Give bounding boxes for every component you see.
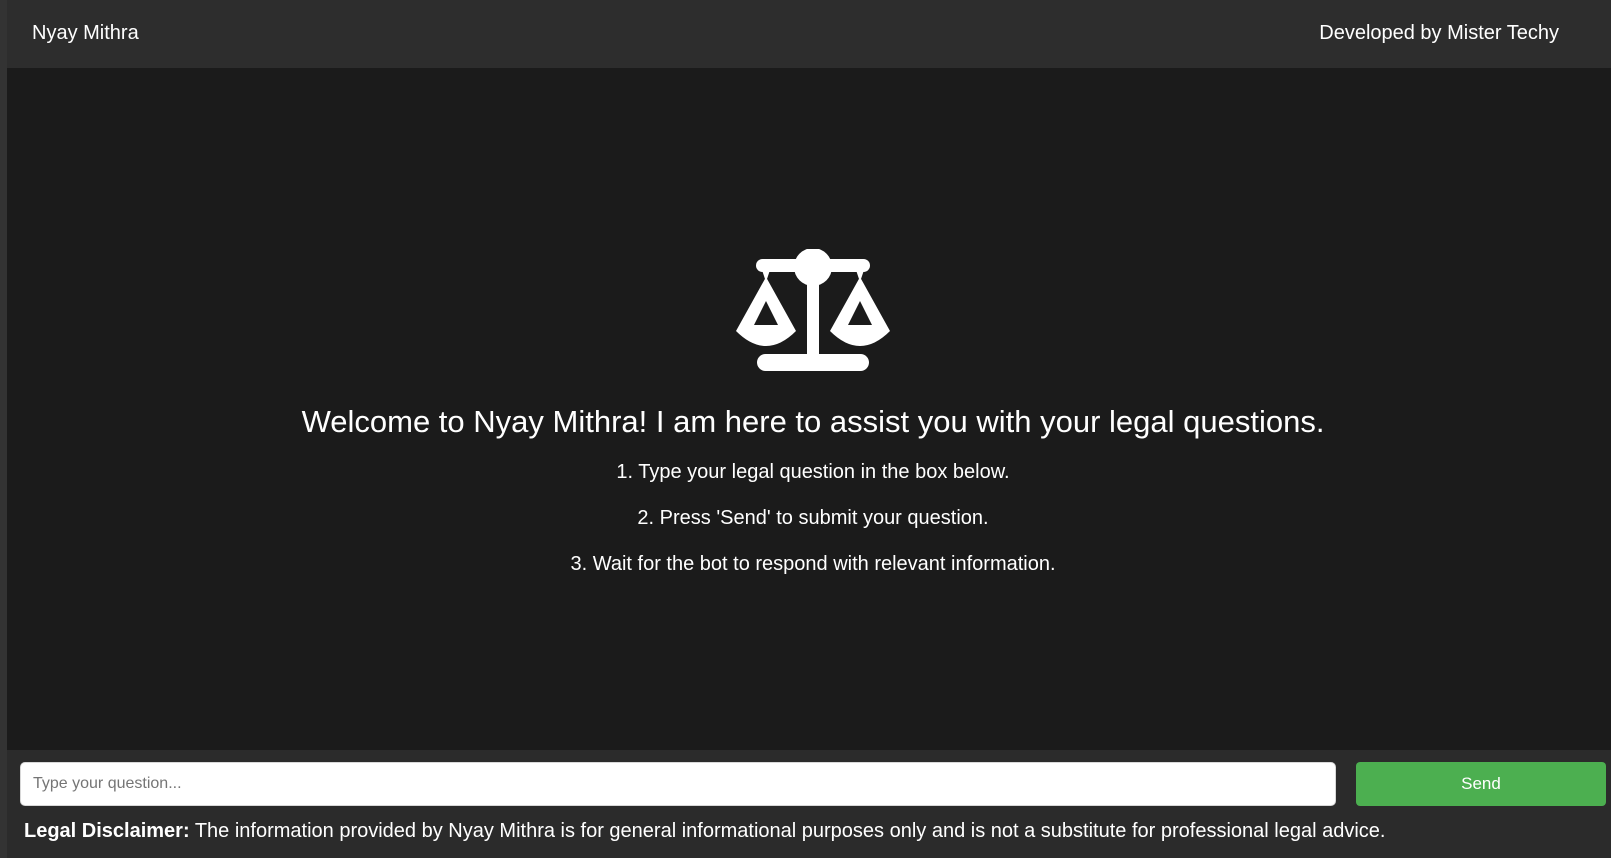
disclaimer-text: The information provided by Nyay Mithra … [189, 820, 1386, 842]
send-button[interactable]: Send [1356, 762, 1606, 806]
app-window: Nyay Mithra Developed by Mister Techy We… [0, 0, 1611, 858]
input-bar: Send Legal Disclaimer: The information p… [7, 750, 1611, 858]
question-input[interactable] [20, 762, 1336, 806]
instruction-step: 2. Press 'Send' to submit your question. [637, 507, 989, 529]
developer-credit: Developed by Mister Techy [1319, 22, 1559, 44]
app-brand: Nyay Mithra [32, 22, 139, 44]
left-edge-strip [0, 0, 7, 858]
legal-disclaimer: Legal Disclaimer: The information provid… [24, 819, 1385, 843]
header-bar: Nyay Mithra Developed by Mister Techy [7, 0, 1611, 68]
balance-scale-icon [736, 249, 890, 371]
instruction-step: 1. Type your legal question in the box b… [616, 461, 1010, 483]
instruction-list: 1. Type your legal question in the box b… [7, 460, 1611, 598]
welcome-title: Welcome to Nyay Mithra! I am here to ass… [301, 404, 1325, 439]
instruction-step: 3. Wait for the bot to respond with rele… [570, 553, 1056, 575]
chat-area: Welcome to Nyay Mithra! I am here to ass… [7, 68, 1611, 750]
disclaimer-label: Legal Disclaimer: [24, 820, 190, 842]
